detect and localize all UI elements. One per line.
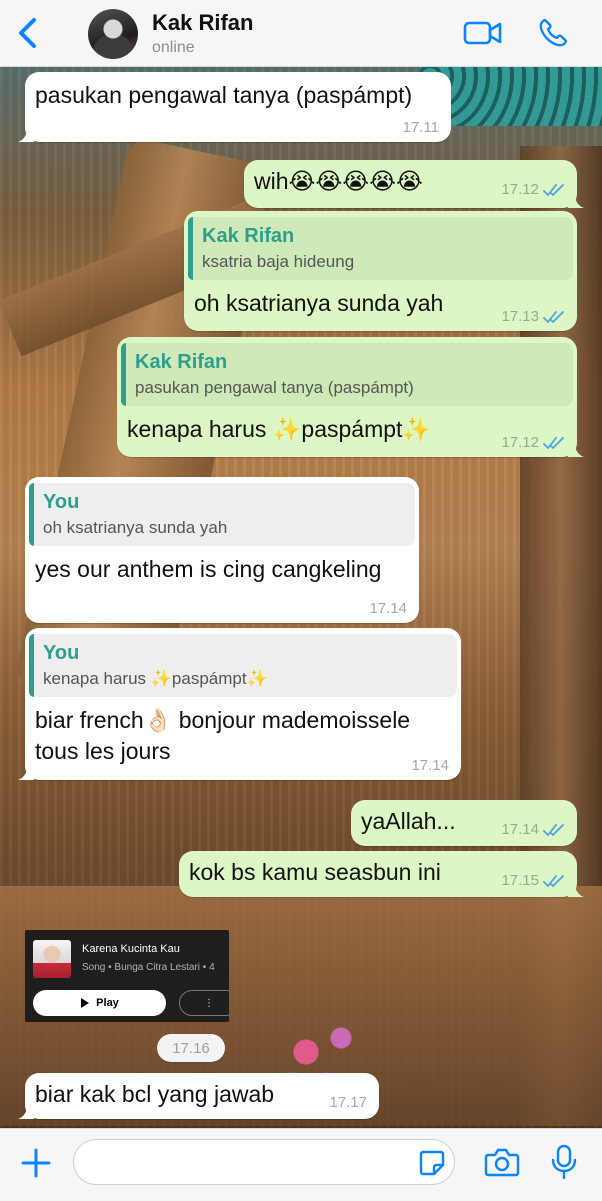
more-options-button[interactable]: ⋮: [179, 990, 229, 1016]
quoted-message[interactable]: Kak Rifan ksatria baja hideung: [188, 217, 573, 280]
message-text: pasukan pengawal tanya (paspámpt): [35, 82, 413, 108]
bubble-tail: [18, 764, 34, 780]
message-time-label: 17.13: [501, 308, 539, 325]
microphone-icon[interactable]: [550, 1144, 578, 1180]
camera-icon[interactable]: [484, 1147, 520, 1177]
message-time: 17.12: [501, 434, 565, 451]
bubble-tail: [18, 126, 34, 142]
quote-author: Kak Rifan: [135, 351, 228, 373]
message-bubble-outgoing[interactable]: kok bs kamu seasbun ini 17.15: [179, 851, 584, 897]
read-ticks-icon: [543, 823, 564, 836]
read-ticks-icon: [543, 874, 564, 887]
message-time-label: 17.14: [411, 757, 449, 774]
read-ticks-icon: [543, 310, 564, 323]
quoted-message[interactable]: Kak Rifan pasukan pengawal tanya (paspám…: [121, 343, 573, 406]
quote-author: You: [43, 491, 80, 513]
message-bubble-outgoing[interactable]: wih😭😭😭😭😭 17.12: [244, 160, 584, 208]
read-ticks-icon: [543, 183, 564, 196]
quote-text: ksatria baja hideung: [202, 252, 355, 271]
message-text: biar kak bcl yang jawab: [35, 1081, 275, 1107]
message-time: 17.13: [501, 308, 565, 325]
contact-status: online: [152, 39, 195, 56]
quoted-message[interactable]: You oh ksatrianya sunda yah: [29, 483, 415, 546]
message-bubble-incoming[interactable]: biar kak bcl yang jawab 17.17: [18, 1073, 379, 1119]
play-icon: [81, 998, 90, 1008]
plus-icon[interactable]: [20, 1147, 52, 1179]
timestamp-chip: 17.16: [157, 1034, 225, 1062]
message-time-label: 17.11: [402, 119, 439, 136]
message-text: biar french👌🏻 bonjour mademoissele tous …: [35, 707, 411, 764]
message-time: 17.14: [411, 757, 449, 774]
message-time: 17.11: [403, 119, 439, 136]
play-label: Play: [96, 997, 119, 1009]
message-time: 17.14: [369, 600, 407, 617]
message-bubble-outgoing[interactable]: Kak Rifan ksatria baja hideung oh ksatri…: [184, 211, 577, 331]
message-bubble-incoming[interactable]: You kenapa harus ✨paspámpt✨ biar french👌…: [18, 628, 461, 780]
message-text: yes our anthem is cing cangkeling: [35, 556, 382, 582]
read-ticks-icon: [543, 436, 564, 449]
bubble-tail: [568, 881, 584, 897]
quoted-message[interactable]: You kenapa harus ✨paspámpt✨: [29, 634, 457, 697]
message-time: 17.15: [501, 872, 565, 889]
message-time: 17.17: [329, 1094, 367, 1111]
quote-text: oh ksatrianya sunda yah: [43, 518, 228, 537]
more-options-icon: ⋮: [204, 997, 214, 1009]
play-button[interactable]: Play: [33, 990, 166, 1016]
message-time: 17.12: [501, 181, 565, 198]
chat-header: Kak Rifan online: [0, 0, 602, 67]
music-share-card[interactable]: Karena Kucinta Kau Song • Bunga Citra Le…: [25, 930, 229, 1022]
sticker-icon[interactable]: [418, 1149, 446, 1177]
message-bubble-incoming[interactable]: pasukan pengawal tanya (paspámpt) 17.11: [18, 72, 451, 142]
composer-bar: [0, 1128, 602, 1201]
quote-author: You: [43, 642, 80, 664]
bubble-tail: [568, 192, 584, 208]
message-input[interactable]: [73, 1139, 455, 1185]
message-bubble-outgoing[interactable]: Kak Rifan pasukan pengawal tanya (paspám…: [117, 337, 584, 457]
song-subtitle: Song • Bunga Citra Lestari • 4: [82, 962, 215, 973]
bubble-tail: [568, 441, 584, 457]
album-cover: [33, 940, 71, 978]
message-time: 17.14: [501, 821, 565, 838]
back-chevron-icon[interactable]: [14, 16, 44, 50]
message-time-label: 17.14: [369, 600, 407, 617]
message-time-label: 17.15: [501, 872, 539, 889]
message-time-label: 17.12: [501, 181, 539, 198]
quote-author: Kak Rifan: [202, 225, 295, 247]
message-time-label: 17.14: [501, 821, 539, 838]
quote-text: pasukan pengawal tanya (paspámpt): [135, 378, 414, 397]
phone-call-icon[interactable]: [537, 17, 569, 49]
contact-avatar[interactable]: [88, 9, 138, 59]
song-title: Karena Kucinta Kau: [82, 943, 180, 955]
bubble-tail: [18, 1103, 34, 1119]
message-bubble-outgoing[interactable]: yaAllah... 17.14: [351, 800, 577, 846]
message-time-label: 17.17: [329, 1094, 367, 1111]
quote-text: kenapa harus ✨paspámpt✨: [43, 669, 268, 688]
video-call-icon[interactable]: [463, 19, 503, 47]
message-time-label: 17.12: [501, 434, 539, 451]
message-bubble-incoming[interactable]: You oh ksatrianya sunda yah yes our anth…: [25, 477, 419, 623]
contact-name[interactable]: Kak Rifan: [152, 10, 253, 36]
